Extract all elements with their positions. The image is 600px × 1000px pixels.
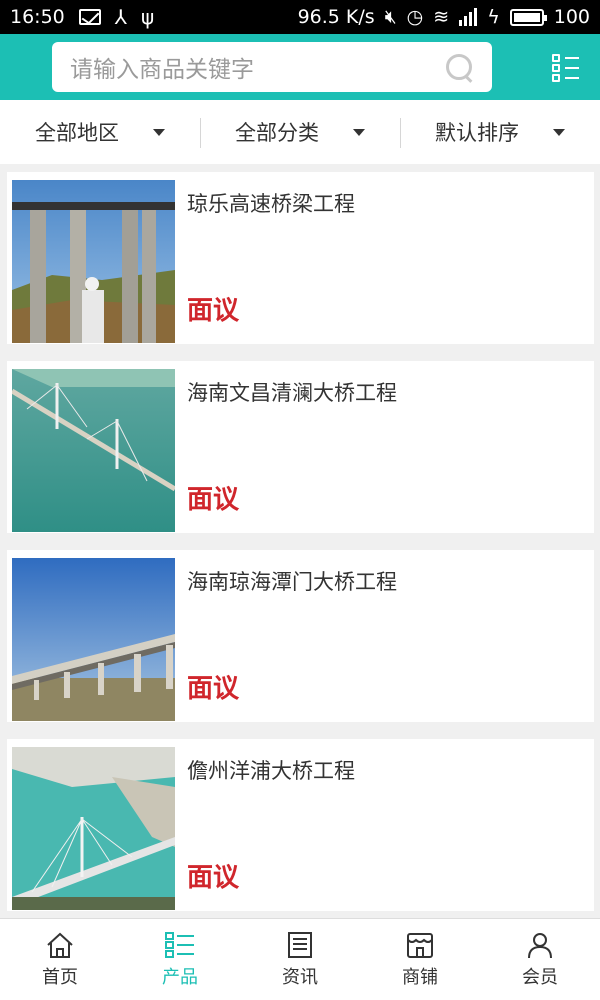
tab-member[interactable]: 会员 — [480, 919, 600, 1000]
search-placeholder[interactable]: 请输入商品关键字 — [70, 50, 444, 84]
shop-icon — [407, 932, 433, 958]
dropdown-arrow-icon — [153, 128, 165, 136]
tab-shops[interactable]: 商铺 — [360, 919, 480, 1000]
product-item[interactable]: 儋州洋浦大桥工程 面议 — [7, 739, 594, 911]
product-image[interactable] — [12, 369, 175, 532]
product-image[interactable] — [12, 558, 175, 721]
product-title[interactable]: 琼乐高速桥梁工程 — [187, 188, 355, 218]
product-image[interactable] — [12, 747, 175, 910]
filter-category[interactable]: 全部分类 — [200, 100, 400, 164]
charging-icon: ϟ — [487, 6, 500, 28]
product-price: 面议 — [187, 863, 240, 893]
tab-label: 首页 — [42, 966, 78, 988]
filter-bar: 全部地区 全部分类 默认排序 — [0, 100, 600, 164]
product-price: 面议 — [187, 296, 240, 326]
usb-icon: ψ — [140, 5, 155, 29]
status-bar: 16:50 ⅄ ψ 96.5 K/s 🔇︎ ◷ ≋ ϟ 100 — [0, 0, 600, 34]
tab-news[interactable]: 资讯 — [240, 919, 360, 1000]
home-icon — [47, 932, 73, 958]
product-item[interactable]: 琼乐高速桥梁工程 面议 — [7, 172, 594, 344]
product-title[interactable]: 儋州洋浦大桥工程 — [187, 755, 355, 785]
filter-sort[interactable]: 默认排序 — [400, 100, 600, 164]
filter-label: 默认排序 — [435, 121, 519, 145]
top-header: 请输入商品关键字 — [0, 34, 600, 100]
battery-level: 100 — [553, 6, 590, 28]
filter-label: 全部分类 — [235, 121, 319, 145]
product-price: 面议 — [187, 485, 240, 515]
wifi-icon: ≋ — [433, 6, 450, 28]
filter-label: 全部地区 — [35, 121, 119, 145]
tab-label: 产品 — [162, 966, 198, 988]
product-item[interactable]: 海南琼海潭门大桥工程 面议 — [7, 550, 594, 722]
product-image[interactable] — [12, 180, 175, 343]
tab-label: 商铺 — [402, 966, 438, 988]
tab-home[interactable]: 首页 — [0, 919, 120, 1000]
tab-label: 资讯 — [282, 966, 318, 988]
category-menu-icon[interactable] — [552, 54, 582, 82]
filter-region[interactable]: 全部地区 — [0, 100, 200, 164]
product-title[interactable]: 海南琼海潭门大桥工程 — [187, 566, 397, 596]
alarm-icon: ◷ — [406, 6, 424, 28]
tab-label: 会员 — [522, 966, 558, 988]
dropdown-arrow-icon — [553, 128, 565, 136]
signal-icon — [459, 8, 478, 26]
network-speed: 96.5 K/s — [297, 6, 375, 28]
share-icon: ⅄ — [114, 5, 127, 29]
product-price: 面议 — [187, 674, 240, 704]
dropdown-arrow-icon — [353, 128, 365, 136]
search-icon[interactable] — [444, 52, 474, 82]
product-item[interactable]: 海南文昌清澜大桥工程 面议 — [7, 361, 594, 533]
bottom-nav: 首页 产品 资讯 商铺 会员 — [0, 918, 600, 1000]
news-icon — [288, 931, 312, 958]
status-time: 16:50 — [10, 6, 65, 28]
member-icon — [528, 932, 552, 958]
product-list-icon — [165, 931, 194, 958]
mute-icon: 🔇︎ — [384, 6, 397, 28]
battery-icon — [509, 8, 547, 26]
search-box[interactable]: 请输入商品关键字 — [52, 42, 492, 92]
notification-icon — [78, 9, 101, 25]
product-title[interactable]: 海南文昌清澜大桥工程 — [187, 377, 397, 407]
tab-products[interactable]: 产品 — [120, 919, 240, 1000]
